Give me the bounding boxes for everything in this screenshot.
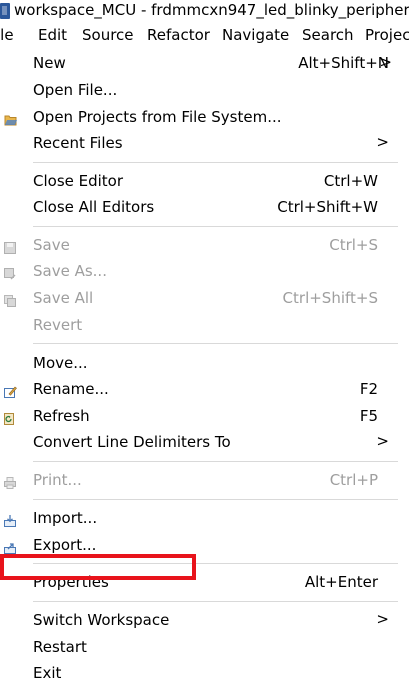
save-as-icon [4, 265, 16, 280]
submenu-chevron-icon: > [376, 432, 389, 450]
menu-separator [33, 343, 398, 344]
import-highlight-box [0, 554, 196, 580]
app-icon [0, 3, 10, 19]
menu-item-new[interactable]: New Alt+Shift+N > [0, 51, 409, 77]
shortcut-label: Ctrl+Shift+W [277, 198, 378, 216]
menu-item-label: Refresh [33, 407, 90, 425]
menu-item-label: Rename... [33, 380, 109, 398]
menu-item-label: Save As... [33, 262, 107, 280]
menu-separator [33, 461, 398, 462]
menu-item-convert-line-delimiters[interactable]: Convert Line Delimiters To > [0, 430, 409, 456]
menu-separator [33, 162, 398, 163]
menu-item-refresh[interactable]: Refresh F5 [0, 404, 409, 430]
menu-item-rename[interactable]: Rename... F2 [0, 377, 409, 403]
shortcut-label: Ctrl+P [329, 471, 378, 489]
folder-icon [4, 111, 17, 126]
menu-item-move[interactable]: Move... [0, 351, 409, 377]
shortcut-label: F5 [359, 407, 378, 425]
menu-item-label: New [33, 54, 66, 72]
menu-separator [33, 601, 398, 602]
menu-item-save-as[interactable]: Save As... [0, 259, 409, 285]
save-all-icon [4, 292, 16, 307]
menu-search[interactable]: Search [302, 26, 354, 44]
import-icon [4, 512, 16, 527]
menu-separator [33, 499, 398, 500]
menu-item-close-editor[interactable]: Close Editor Ctrl+W [0, 169, 409, 195]
window-title-bar: workspace_MCU - frdmmcxn947_led_blinky_p… [0, 0, 409, 22]
menu-item-label: Close All Editors [33, 198, 155, 216]
menu-source[interactable]: Source [82, 26, 134, 44]
menu-item-revert[interactable]: Revert [0, 313, 409, 339]
menu-item-recent-files[interactable]: Recent Files > [0, 131, 409, 157]
file-menu-dropdown: New Alt+Shift+N > Open File... Open Proj… [0, 48, 409, 687]
menu-item-label: Move... [33, 354, 88, 372]
save-icon [4, 239, 16, 254]
menu-item-label: Open Projects from File System... [33, 108, 282, 126]
menu-item-restart[interactable]: Restart [0, 635, 409, 661]
shortcut-label: Ctrl+W [323, 172, 378, 190]
window-title: workspace_MCU - frdmmcxn947_led_blinky_p… [14, 1, 409, 19]
submenu-chevron-icon: > [376, 133, 389, 151]
menu-item-print[interactable]: Print... Ctrl+P [0, 468, 409, 494]
menu-item-switch-workspace[interactable]: Switch Workspace > [0, 608, 409, 634]
export-icon [4, 539, 16, 554]
menu-item-label: Open File... [33, 81, 118, 99]
menu-item-label: Restart [33, 638, 87, 656]
menu-item-open-file[interactable]: Open File... [0, 78, 409, 104]
menu-item-open-projects[interactable]: Open Projects from File System... [0, 105, 409, 131]
menu-separator [33, 226, 398, 227]
menu-bar: ile Edit Source Refactor Navigate Search… [0, 22, 409, 48]
submenu-chevron-icon: > [376, 610, 389, 628]
printer-icon [4, 474, 16, 489]
rename-icon [4, 383, 17, 398]
refresh-icon [4, 410, 16, 425]
menu-item-label: Switch Workspace [33, 611, 170, 629]
shortcut-label: Alt+Enter [304, 573, 378, 591]
menu-refactor[interactable]: Refactor [147, 26, 210, 44]
menu-item-close-all-editors[interactable]: Close All Editors Ctrl+Shift+W [0, 195, 409, 221]
menu-item-label: Recent Files [33, 134, 123, 152]
menu-item-label: Export... [33, 536, 97, 554]
menu-project[interactable]: Project [365, 26, 409, 44]
shortcut-label: Ctrl+Shift+S [282, 289, 378, 307]
menu-navigate[interactable]: Navigate [222, 26, 289, 44]
menu-item-label: Convert Line Delimiters To [33, 433, 231, 451]
menu-file[interactable]: ile [0, 26, 14, 44]
menu-item-exit[interactable]: Exit [0, 661, 409, 687]
menu-item-save-all[interactable]: Save All Ctrl+Shift+S [0, 286, 409, 312]
menu-item-label: Exit [33, 664, 62, 682]
shortcut-label: Ctrl+S [329, 236, 378, 254]
shortcut-label: Alt+Shift+N [298, 54, 389, 72]
menu-item-import[interactable]: Import... [0, 506, 409, 532]
shortcut-label: F2 [359, 380, 378, 398]
menu-item-label: Close Editor [33, 172, 124, 190]
menu-item-label: Revert [33, 316, 83, 334]
menu-item-label: Import... [33, 509, 98, 527]
submenu-chevron-icon: > [379, 53, 392, 71]
menu-item-label: Save All [33, 289, 94, 307]
menu-item-save[interactable]: Save Ctrl+S [0, 233, 409, 259]
menu-item-label: Save [33, 236, 70, 254]
menu-edit[interactable]: Edit [38, 26, 67, 44]
menu-item-label: Print... [33, 471, 82, 489]
